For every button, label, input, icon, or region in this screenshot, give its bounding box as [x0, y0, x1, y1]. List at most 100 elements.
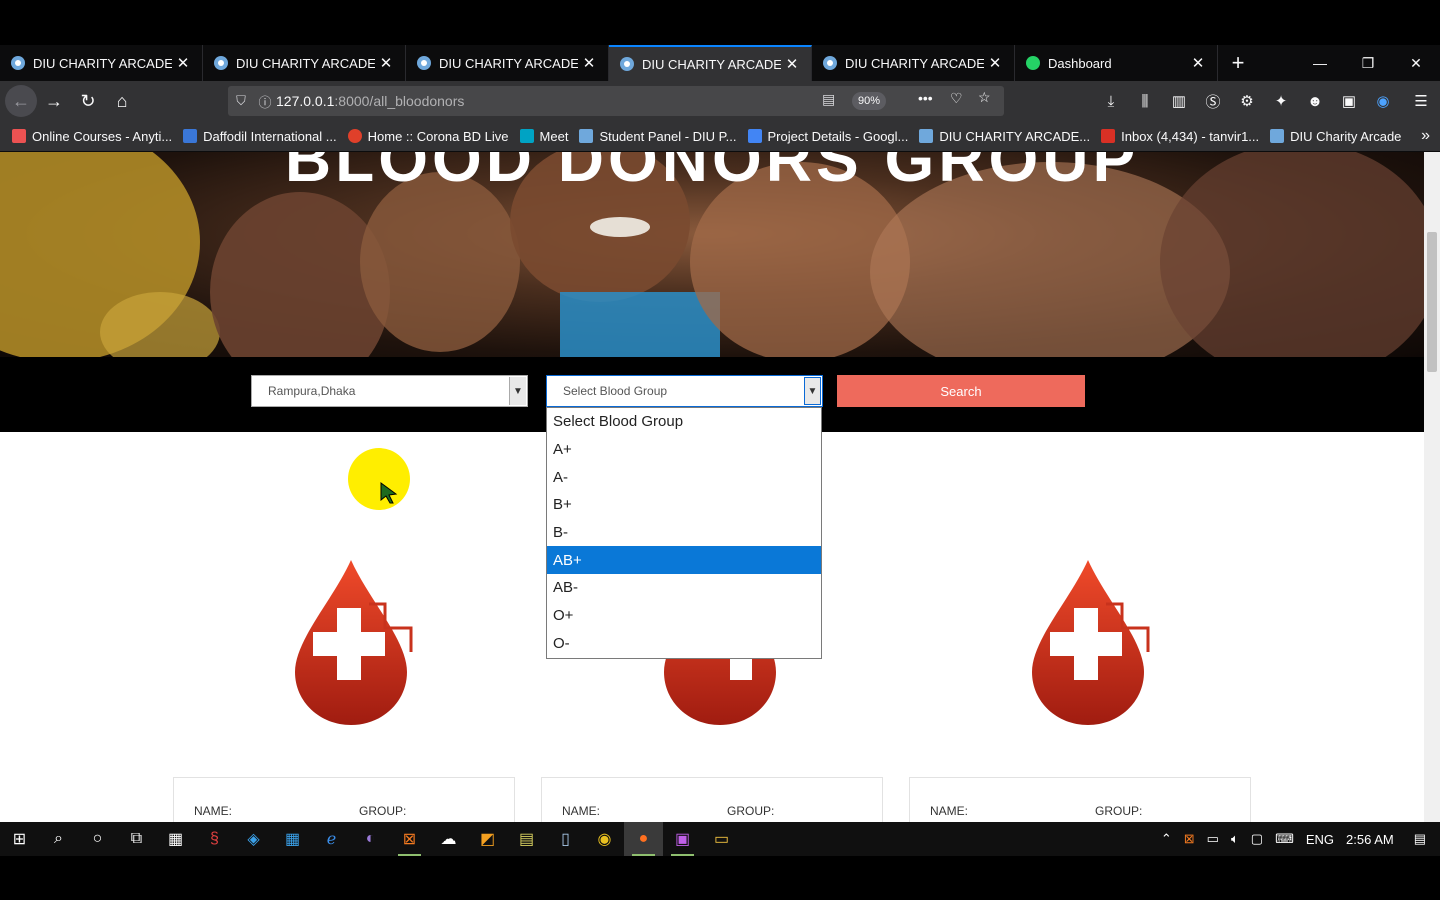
- chevron-down-icon[interactable]: ▼: [804, 377, 821, 405]
- url-bar[interactable]: ⛉ ⓘ 127.0.0.1:8000/all_bloodonors ▤ 90% …: [228, 86, 1004, 116]
- close-icon[interactable]: ✕: [172, 54, 194, 72]
- xampp-tray-icon[interactable]: ⊠: [1184, 831, 1195, 847]
- bookmark-item[interactable]: Home :: Corona BD Live: [347, 129, 509, 144]
- windows-start-icon[interactable]: ⊞: [0, 822, 39, 856]
- bookmark-item[interactable]: Online Courses - Anyti...: [12, 129, 172, 144]
- bookmark-star-icon[interactable]: ☆: [978, 89, 991, 106]
- language-indicator[interactable]: ENG: [1306, 832, 1334, 847]
- zoom-level[interactable]: 90%: [852, 92, 887, 110]
- scrollbar-thumb[interactable]: [1427, 232, 1437, 372]
- page-actions-icon[interactable]: •••: [918, 90, 933, 106]
- meet-icon: [519, 129, 534, 143]
- blood-group-select[interactable]: Select Blood Group ▼: [546, 375, 823, 407]
- dropdown-option[interactable]: AB-: [547, 574, 821, 602]
- reader-view-icon[interactable]: ▤: [822, 91, 835, 108]
- tab-title: DIU CHARITY ARCADE: [642, 56, 781, 72]
- chrome-icon[interactable]: ◉: [585, 822, 624, 856]
- bookmark-item[interactable]: Daffodil International ...: [183, 129, 337, 144]
- calendar-icon[interactable]: ▦: [273, 822, 312, 856]
- bookmark-item[interactable]: Meet: [519, 129, 568, 144]
- bookmark-item[interactable]: DIU Charity Arcade: [1270, 129, 1401, 144]
- tab-6[interactable]: Dashboard ✕: [1015, 45, 1218, 81]
- sidebar-icon[interactable]: ▥: [1162, 92, 1196, 110]
- minimize-icon[interactable]: —: [1296, 45, 1344, 81]
- whatsapp-favicon-icon: [1026, 56, 1040, 70]
- dropdown-option[interactable]: A-: [547, 463, 821, 491]
- forward-icon[interactable]: →: [37, 84, 71, 118]
- file-explorer-icon[interactable]: ▭: [702, 822, 741, 856]
- dropdown-option-highlighted[interactable]: AB+: [547, 546, 821, 575]
- menu-icon[interactable]: ☰: [1404, 92, 1438, 110]
- download-icon[interactable]: ⤓: [1094, 93, 1128, 110]
- extension-s-icon[interactable]: Ⓢ: [1196, 91, 1230, 112]
- dropdown-option[interactable]: O+: [547, 602, 821, 630]
- chevron-up-icon[interactable]: ⌃: [1161, 831, 1172, 847]
- close-icon[interactable]: ✕: [1187, 54, 1209, 72]
- pocket-icon[interactable]: ♡: [950, 90, 963, 107]
- home-icon[interactable]: ⌂: [105, 84, 139, 118]
- app-s-icon[interactable]: §: [195, 822, 234, 856]
- dropdown-option[interactable]: O-: [547, 630, 821, 658]
- notifications-icon[interactable]: ▤: [1414, 831, 1426, 847]
- dropdown-option[interactable]: B+: [547, 491, 821, 519]
- phpstorm-icon[interactable]: ▣: [663, 822, 702, 856]
- back-icon[interactable]: ←: [5, 85, 37, 117]
- reload-icon[interactable]: ↻: [71, 84, 105, 118]
- extension-bolt-icon[interactable]: ✦: [1264, 92, 1298, 110]
- dropdown-option[interactable]: A+: [547, 436, 821, 464]
- info-icon[interactable]: ⓘ: [254, 92, 276, 111]
- dropdown-option[interactable]: Select Blood Group: [547, 408, 821, 436]
- tab-4-active[interactable]: DIU CHARITY ARCADE ✕: [609, 45, 812, 81]
- tor-icon[interactable]: ◐: [351, 822, 390, 856]
- close-window-icon[interactable]: ✕: [1392, 45, 1440, 81]
- notes-icon[interactable]: ▤: [507, 822, 546, 856]
- library-icon[interactable]: ⫼: [1128, 93, 1162, 110]
- chevron-right-icon[interactable]: »: [1421, 127, 1430, 145]
- sublime-icon[interactable]: ◩: [468, 822, 507, 856]
- shield-icon[interactable]: ⛉: [228, 93, 254, 109]
- bookmark-item[interactable]: Student Panel - DIU P...: [579, 129, 737, 144]
- tab-2[interactable]: DIU CHARITY ARCADE ✕: [203, 45, 406, 81]
- chevron-down-icon[interactable]: ▼: [509, 377, 526, 405]
- edge-icon[interactable]: ℯ: [312, 822, 351, 856]
- tab-5[interactable]: DIU CHARITY ARCADE ✕: [812, 45, 1015, 81]
- task-view-icon[interactable]: ⧉: [117, 822, 156, 856]
- dropdown-option[interactable]: B-: [547, 519, 821, 547]
- volume-icon[interactable]: 🔈︎: [1231, 831, 1239, 847]
- bookmark-item[interactable]: Inbox (4,434) - tanvir1...: [1101, 129, 1259, 144]
- close-icon[interactable]: ✕: [375, 54, 397, 72]
- account-icon[interactable]: ☻: [1298, 93, 1332, 110]
- firefox-icon[interactable]: ●: [624, 822, 663, 856]
- extension-translate-icon[interactable]: ⚙: [1230, 92, 1264, 110]
- extension-screen-icon[interactable]: ▣: [1332, 92, 1366, 110]
- bookmark-item[interactable]: Project Details - Googl...: [747, 129, 908, 144]
- keyboard-icon[interactable]: ⌨: [1275, 831, 1294, 847]
- tab-1[interactable]: DIU CHARITY ARCADE ✕: [0, 45, 203, 81]
- search-icon[interactable]: ⌕: [39, 822, 78, 856]
- close-icon[interactable]: ✕: [578, 54, 600, 72]
- group-label: GROUP:: [727, 804, 775, 818]
- location-select[interactable]: Rampura,Dhaka ▼: [251, 375, 528, 407]
- new-tab-button[interactable]: +: [1218, 45, 1258, 81]
- tab-3[interactable]: DIU CHARITY ARCADE ✕: [406, 45, 609, 81]
- close-icon[interactable]: ✕: [781, 55, 803, 73]
- cortana-icon[interactable]: ○: [78, 822, 117, 856]
- bookmark-label: DIU CHARITY ARCADE...: [939, 128, 1091, 144]
- diu-icon: [1270, 129, 1285, 143]
- google-docs-icon: [747, 129, 762, 143]
- search-button[interactable]: Search: [837, 375, 1085, 407]
- restore-icon[interactable]: ❐: [1344, 45, 1392, 81]
- close-icon[interactable]: ✕: [984, 54, 1006, 72]
- app-cloud-icon[interactable]: ☁: [429, 822, 468, 856]
- app-doc-icon[interactable]: ▯: [546, 822, 585, 856]
- calculator-icon[interactable]: ▦: [156, 822, 195, 856]
- extension-blue-icon[interactable]: ◉: [1366, 92, 1400, 110]
- network-icon[interactable]: ▢: [1251, 831, 1263, 847]
- page-scrollbar[interactable]: [1424, 152, 1440, 822]
- xampp-icon[interactable]: ⊠: [390, 822, 429, 856]
- bookmark-item[interactable]: DIU CHARITY ARCADE...: [919, 129, 1090, 144]
- app-blue-icon[interactable]: ◈: [234, 822, 273, 856]
- clock[interactable]: 2:56 AM: [1346, 832, 1394, 847]
- url-host: 127.0.0.1: [276, 93, 335, 109]
- battery-icon[interactable]: ▭: [1207, 831, 1219, 847]
